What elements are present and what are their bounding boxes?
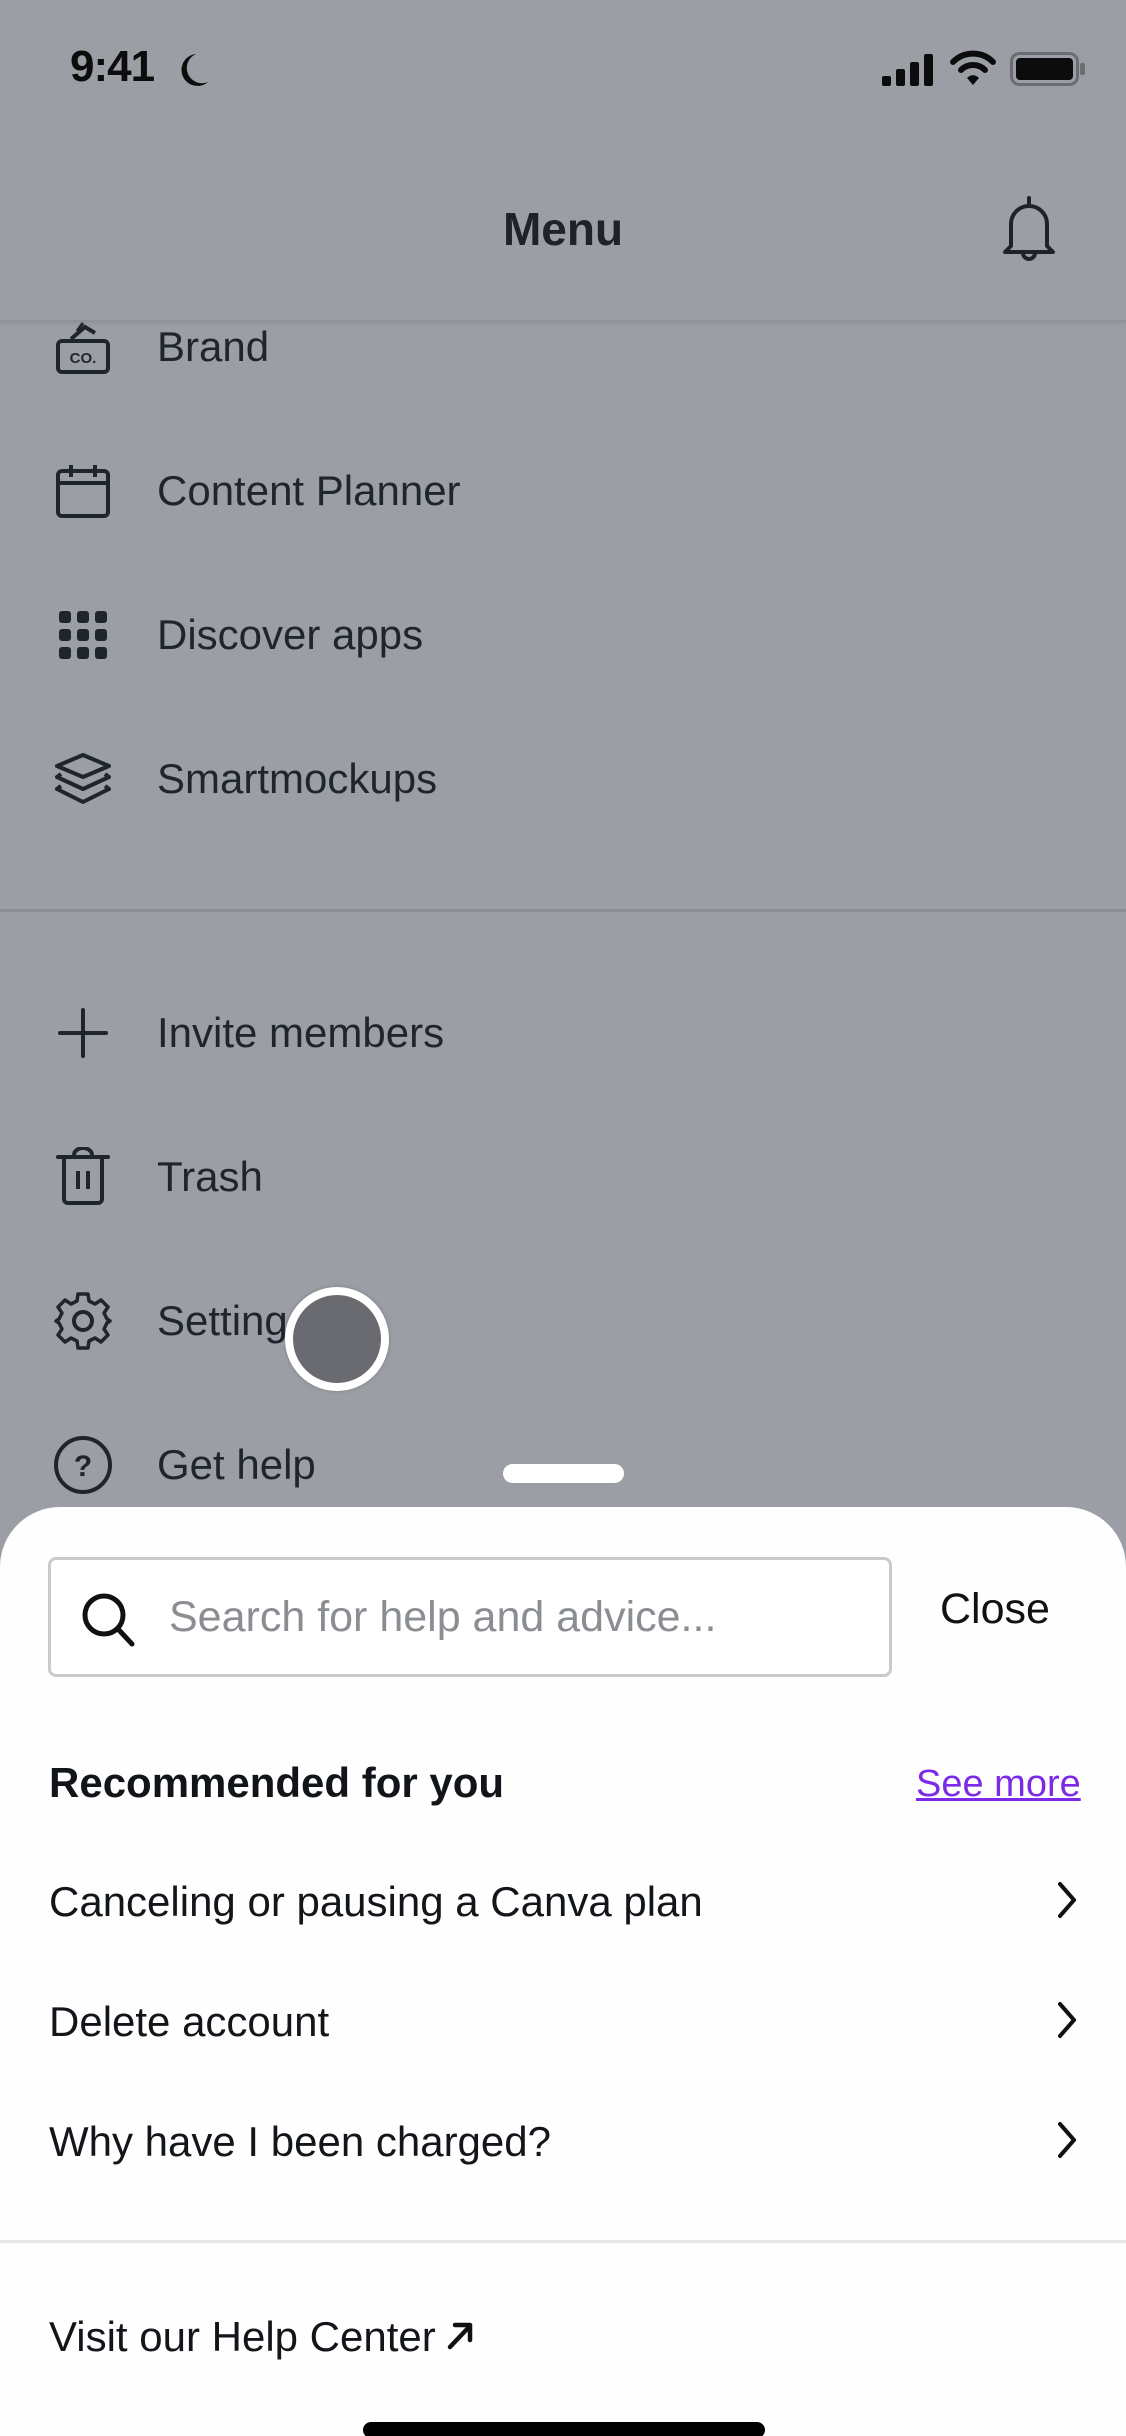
article-title: Canceling or pausing a Canva plan — [49, 1878, 703, 1925]
sheet-drag-handle[interactable] — [503, 1464, 624, 1483]
moon-icon — [176, 52, 210, 93]
page-title: Menu — [502, 203, 624, 255]
menu-item-label: Smartmockups — [157, 755, 438, 802]
trash-icon — [52, 1146, 114, 1208]
sheet-divider — [0, 2240, 1126, 2243]
calendar-icon — [52, 460, 114, 522]
menu-item-invite-members[interactable]: Invite members — [0, 983, 1126, 1083]
chevron-right-icon — [1055, 1880, 1079, 1925]
status-bar: 9:41 — [0, 0, 1126, 140]
chevron-right-icon — [1055, 2120, 1079, 2165]
battery-icon — [1010, 52, 1086, 91]
recommended-heading: Recommended for you — [49, 1759, 505, 1806]
menu-item-discover-apps[interactable]: Discover apps — [0, 585, 1126, 685]
cellular-signal-icon — [882, 54, 934, 91]
svg-text:?: ? — [74, 1450, 92, 1483]
menu-header: Menu — [0, 140, 1126, 322]
gear-icon — [52, 1290, 114, 1352]
status-time: 9:41 — [70, 42, 155, 91]
layers-icon — [52, 748, 114, 810]
recommended-article[interactable]: Canceling or pausing a Canva plan — [0, 1852, 1126, 1952]
search-input[interactable] — [169, 1560, 869, 1674]
recommended-article[interactable]: Delete account — [0, 1972, 1126, 2072]
article-title: Delete account — [49, 1998, 330, 2045]
menu-item-label: Invite members — [157, 1009, 445, 1056]
search-icon — [81, 1592, 137, 1653]
menu-item-label: Brand — [157, 323, 270, 370]
menu-item-content-planner[interactable]: Content Planner — [0, 441, 1126, 541]
menu-item-settings[interactable]: Settings — [0, 1271, 1126, 1371]
home-indicator — [363, 2422, 765, 2436]
help-bottom-sheet: Close Recommended for you See more Cance… — [0, 1507, 1126, 2436]
apps-grid-icon — [52, 604, 114, 666]
menu-divider — [0, 909, 1126, 912]
touch-indicator — [285, 1287, 389, 1391]
wifi-icon — [950, 50, 996, 91]
menu-item-trash[interactable]: Trash — [0, 1127, 1126, 1227]
recommended-article[interactable]: Why have I been charged? — [0, 2092, 1126, 2192]
search-field[interactable] — [48, 1557, 892, 1677]
menu-item-label: Content Planner — [157, 467, 461, 514]
close-button[interactable]: Close — [940, 1585, 1050, 1634]
external-link-arrow-icon — [446, 2313, 474, 2361]
chevron-right-icon — [1055, 2000, 1079, 2045]
see-more-link[interactable]: See more — [916, 1763, 1081, 1806]
svg-text:CO.: CO. — [70, 350, 97, 367]
article-title: Why have I been charged? — [49, 2118, 551, 2165]
menu-item-label: Get help — [157, 1441, 316, 1488]
menu-item-brand[interactable]: CO. Brand — [0, 297, 1126, 397]
brand-kit-icon: CO. — [52, 316, 114, 378]
menu-item-label: Trash — [157, 1153, 263, 1200]
menu-item-label: Discover apps — [157, 611, 424, 658]
help-center-label: Visit our Help Center — [49, 2313, 436, 2360]
bell-icon[interactable] — [996, 196, 1062, 269]
help-circle-icon: ? — [52, 1434, 114, 1496]
help-center-link[interactable]: Visit our Help Center — [49, 2313, 474, 2361]
menu-item-smartmockups[interactable]: Smartmockups — [0, 729, 1126, 829]
plus-icon — [52, 1002, 114, 1064]
